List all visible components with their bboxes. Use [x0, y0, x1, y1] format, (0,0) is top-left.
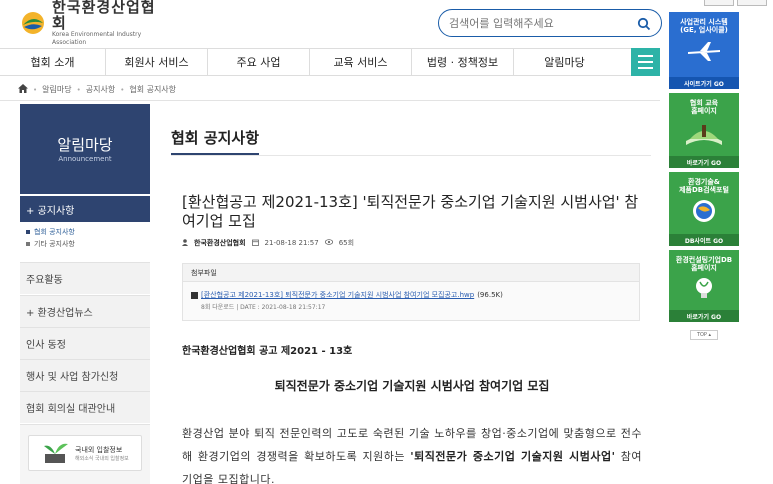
sidebar-item-event-apply[interactable]: 행사 및 사업 참가신청 — [20, 359, 150, 391]
banner-go-label: 바로가기 GO — [669, 310, 739, 322]
logo-emblem-icon — [20, 10, 46, 36]
hamburger-line — [638, 61, 653, 63]
scroll-top-button[interactable]: TOP ▴ — [690, 330, 718, 340]
menu-toggle-button[interactable] — [631, 48, 660, 76]
main-nav: 협회 소개 회원사 서비스 주요 사업 교육 서비스 법령 · 정책정보 알림마… — [0, 48, 660, 76]
bullet — [26, 242, 30, 246]
bid-info-banner[interactable]: 국내외 입찰정보 해외소식 국내외 입찰정보 — [28, 435, 142, 471]
sidebar-item-meeting-room[interactable]: 협회 회의실 대관안내 — [20, 391, 150, 423]
post-author: 한국환경산업협회 — [194, 239, 246, 247]
nav-item-about[interactable]: 협회 소개 — [0, 49, 105, 75]
home-icon[interactable] — [18, 84, 28, 95]
search-input[interactable] — [449, 16, 637, 30]
post-views: 65회 — [338, 239, 355, 247]
divider — [171, 155, 651, 156]
file-icon — [191, 291, 198, 299]
hamburger-icon — [638, 55, 653, 57]
page-title: 협회 공지사항 — [171, 127, 260, 155]
divider — [0, 100, 660, 101]
breadcrumb: • 알림마당 • 공지사항 • 협회 공지사항 — [18, 84, 176, 95]
attachment-box: 첨부파일 [환산협공고 제2021-13호] 퇴직전문가 중소기업 기술지원 시… — [182, 263, 640, 321]
sidebar-item-notices[interactable]: + 공지사항 — [20, 196, 150, 222]
banner-title: 환경기술& 제품DB검색포털 — [679, 178, 729, 194]
sidebar-subitems: 협회 공지사항 기타 공지사항 — [20, 226, 150, 250]
globe-icon — [689, 198, 719, 228]
breadcrumb-item[interactable]: 협회 공지사항 — [129, 84, 176, 95]
sidebar-subtitle: Announcement — [58, 155, 112, 163]
attachment-size: (96.5K) — [477, 291, 503, 299]
breadcrumb-separator: • — [76, 85, 81, 94]
nav-item-notice[interactable]: 알림마당 — [513, 49, 615, 75]
site-logo[interactable]: 한국환경산업협회 Korea Environmental Industry As… — [20, 0, 170, 46]
banner-go-label: 사이트가기 GO — [669, 77, 739, 89]
logo-subtitle: Korea Environmental Industry Association — [52, 31, 142, 46]
search-box — [438, 9, 662, 37]
breadcrumb-separator: • — [120, 85, 125, 94]
post-date: 21-08-18 21:57 — [264, 239, 319, 247]
banner-title: 사업관리 시스템 (GE, 업사이클) — [680, 18, 728, 34]
attachment-row: [환산협공고 제2021-13호] 퇴직전문가 중소기업 기술지원 시범사업 참… — [183, 282, 639, 300]
author-icon — [182, 238, 188, 248]
hamburger-line — [638, 67, 653, 69]
banner-title: 협회 교육 홈페이지 — [689, 99, 719, 115]
banner-go-label: DB사이트 GO — [669, 234, 739, 246]
sidebar-item-activities[interactable]: 주요활동 — [20, 262, 150, 294]
search-icon[interactable] — [637, 16, 651, 31]
sidebar-item-personnel[interactable]: 인사 동정 — [20, 327, 150, 359]
sidebar-subitem-label: 협회 공지사항 — [34, 228, 75, 236]
banner-tech-db-portal[interactable]: 환경기술& 제품DB검색포털 DB사이트 GO — [669, 172, 739, 246]
banner-title: 국내외 입찰정보 — [75, 445, 123, 454]
banner-go-label: 바로가기 GO — [669, 156, 739, 168]
utility-tab[interactable] — [704, 0, 734, 6]
notice-number: 한국환경산업협회 공고 제2021 - 13호 — [182, 346, 353, 357]
bullet — [26, 230, 30, 234]
breadcrumb-item[interactable]: 알림마당 — [42, 84, 71, 95]
eye-icon — [324, 239, 333, 247]
sidebar-subitem-label: 기타 공지사항 — [34, 240, 75, 248]
banner-subtitle: 해외소식 국내외 입찰정보 — [75, 455, 129, 462]
sidebar-subitem-association-notice[interactable]: 협회 공지사항 — [20, 226, 150, 238]
sidebar-header: 알림마당 Announcement — [20, 104, 150, 194]
banner-education-site[interactable]: 협회 교육 홈페이지 바로가기 GO — [669, 93, 739, 168]
attachment-link[interactable]: [환산협공고 제2021-13호] 퇴직전문가 중소기업 기술지원 시범사업 참… — [201, 290, 474, 300]
logo-title: 한국환경산업협회 — [52, 0, 156, 32]
post-meta: 한국환경산업협회 21-08-18 21:57 65회 — [182, 238, 354, 248]
nav-item-law-policy[interactable]: 법령 · 정책정보 — [411, 49, 513, 75]
top-utility-tabs — [704, 0, 767, 6]
body-emphasis: '퇴직전문가 중소기업 기술지원 시범사업' — [410, 450, 616, 463]
book-icon — [684, 121, 724, 151]
airplane-icon — [686, 40, 722, 66]
sidebar-title: 알림마당 — [57, 136, 113, 154]
banner-consulting-db[interactable]: 환경컨설팅기업DB 홈페이지 바로가기 GO — [669, 250, 739, 322]
post-title: [환산협공고 제2021-13호] '퇴직전문가 중소기업 기술지원 시범사업'… — [182, 193, 639, 230]
nav-item-education[interactable]: 교육 서비스 — [309, 49, 411, 75]
banner-business-system[interactable]: 사업관리 시스템 (GE, 업사이클) 사이트가기 GO — [669, 12, 739, 89]
sidebar-subitem-other-notice[interactable]: 기타 공지사항 — [20, 238, 150, 250]
attachment-header: 첨부파일 — [183, 264, 639, 282]
sidebar-item-industry-news[interactable]: + 환경산업뉴스 — [20, 295, 150, 327]
nav-item-main-business[interactable]: 주요 사업 — [207, 49, 309, 75]
nav-item-member-services[interactable]: 회원사 서비스 — [105, 49, 207, 75]
attachment-info: 8회 다운로드 | DATE : 2021-08-18 21:57:17 — [201, 304, 326, 311]
body-paragraph: 환경산업 분야 퇴직 전문인력의 고도로 숙련된 기술 노하우를 창업·중소기업… — [182, 422, 642, 484]
sidebar-banner-area: 국내외 입찰정보 해외소식 국내외 입찰정보 — [20, 424, 150, 484]
plant-icon — [41, 440, 71, 466]
utility-tab[interactable] — [737, 0, 767, 6]
breadcrumb-separator: • — [33, 85, 38, 94]
lightbulb-icon — [692, 276, 716, 306]
body-title: 퇴직전문가 중소기업 기술지원 시범사업 참여기업 모집 — [274, 379, 550, 393]
breadcrumb-item[interactable]: 공지사항 — [86, 84, 115, 95]
banner-title: 환경컨설팅기업DB 홈페이지 — [675, 256, 733, 272]
calendar-icon — [251, 239, 259, 248]
